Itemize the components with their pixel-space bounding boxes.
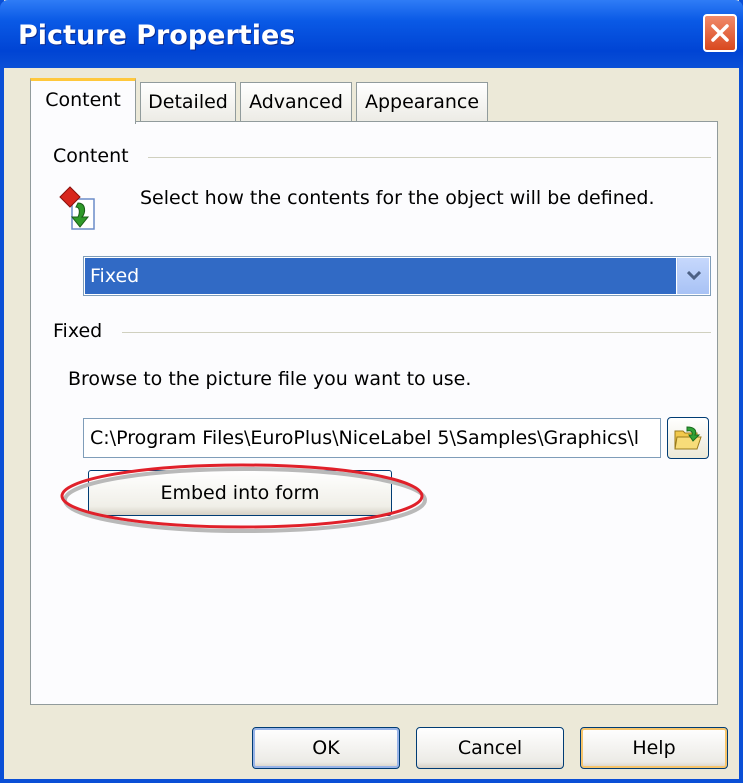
content-group-label: Content	[53, 145, 129, 167]
fixed-instruction: Browse to the picture file you want to u…	[68, 368, 472, 390]
panel-content: Content Select how the contents for the …	[0, 0, 743, 783]
chevron-down-icon	[687, 271, 701, 281]
browse-button[interactable]	[667, 417, 709, 459]
content-description: Select how the contents for the object w…	[140, 187, 655, 209]
fixed-group-divider	[122, 332, 711, 333]
embed-into-form-button[interactable]: Embed into form	[88, 470, 392, 516]
dropdown-button[interactable]	[677, 258, 709, 294]
content-group-divider	[148, 157, 711, 158]
content-source-select[interactable]: Fixed	[83, 256, 711, 296]
content-source-icon	[59, 186, 95, 230]
fixed-group-label: Fixed	[53, 320, 103, 342]
content-source-selected-value: Fixed	[85, 258, 676, 294]
folder-open-icon	[674, 426, 702, 450]
picture-path-field[interactable]: C:\Program Files\EuroPlus\NiceLabel 5\Sa…	[83, 418, 661, 458]
